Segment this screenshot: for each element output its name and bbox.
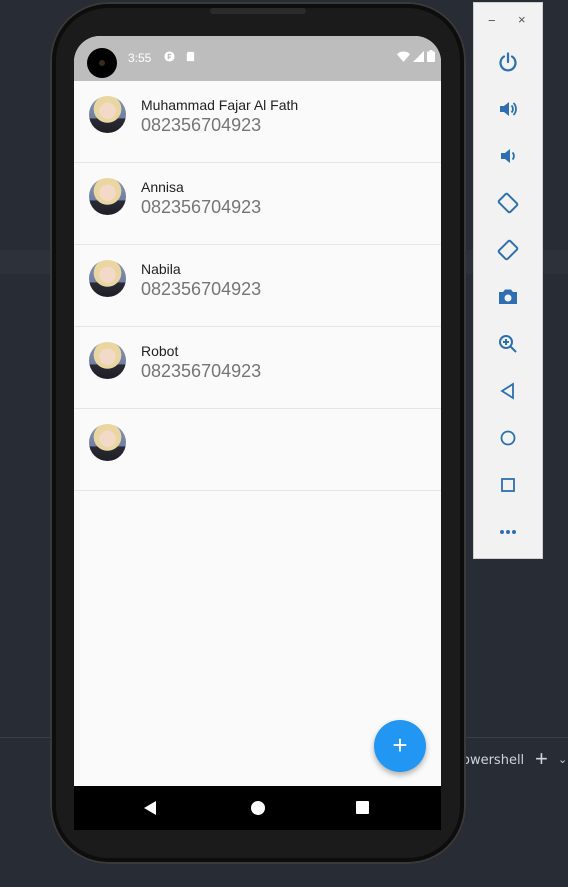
contact-avatar xyxy=(89,424,126,461)
status-time: 3:55 xyxy=(128,51,152,65)
home-icon[interactable] xyxy=(251,801,265,815)
volume-up-icon[interactable] xyxy=(494,95,522,123)
contact-list-item[interactable]: Muhammad Fajar Al Fath 082356704923 xyxy=(74,81,441,163)
recents-icon[interactable] xyxy=(356,801,369,814)
zoom-icon[interactable] xyxy=(494,330,522,358)
volume-down-icon[interactable] xyxy=(494,142,522,170)
new-terminal-button[interactable]: + xyxy=(535,748,548,770)
back-icon[interactable] xyxy=(494,377,522,405)
rotate-right-icon[interactable] xyxy=(494,236,522,264)
flutter-notification-icon xyxy=(164,51,175,62)
wifi-icon xyxy=(397,51,410,62)
add-contact-button[interactable]: + xyxy=(374,720,426,772)
contact-phone: 082356704923 xyxy=(141,279,262,299)
minimize-button[interactable]: − xyxy=(488,13,496,28)
contact-phone: 082356704923 xyxy=(141,115,262,135)
contact-name: Muhammad Fajar Al Fath xyxy=(141,97,299,113)
phone-speaker xyxy=(210,8,306,14)
terminal-tab-label[interactable]: owershell xyxy=(462,753,524,768)
emulator-toolbar-header: − × xyxy=(474,3,544,41)
rotate-left-icon[interactable] xyxy=(494,189,522,217)
battery-icon xyxy=(427,50,435,62)
status-bar: 3:55 xyxy=(74,36,441,81)
contact-name: Annisa xyxy=(141,179,184,195)
phone-screen: 3:55 Muhammad Fajar Al Fath 082356704923 xyxy=(74,36,441,830)
contact-list-item[interactable]: Robot 082356704923 xyxy=(74,327,441,409)
emulator-toolbar: − × xyxy=(473,2,543,559)
home-icon[interactable] xyxy=(494,424,522,452)
contact-avatar xyxy=(89,178,126,215)
contact-phone: 082356704923 xyxy=(141,197,262,217)
contact-avatar xyxy=(89,260,126,297)
signal-icon xyxy=(413,50,424,62)
contact-name: Robot xyxy=(141,343,179,359)
back-icon[interactable] xyxy=(144,801,156,815)
contact-list-item[interactable]: Annisa 082356704923 xyxy=(74,163,441,245)
more-icon[interactable] xyxy=(494,518,522,546)
contact-phone: 082356704923 xyxy=(141,361,262,381)
power-icon[interactable] xyxy=(494,48,522,76)
camera-icon[interactable] xyxy=(494,283,522,311)
front-camera-icon xyxy=(87,48,117,78)
contact-list-item[interactable]: Nabila 082356704923 xyxy=(74,245,441,327)
overview-icon[interactable] xyxy=(494,471,522,499)
close-button[interactable]: × xyxy=(518,12,526,27)
terminal-dropdown-icon[interactable]: ⌄ xyxy=(558,753,567,766)
contact-avatar xyxy=(89,96,126,133)
contact-name: Nabila xyxy=(141,261,181,277)
contact-list: Muhammad Fajar Al Fath 082356704923 Anni… xyxy=(74,81,441,491)
navigation-bar xyxy=(74,786,441,830)
contact-list-item[interactable] xyxy=(74,409,441,491)
contact-avatar xyxy=(89,342,126,379)
sd-card-icon xyxy=(186,51,195,62)
